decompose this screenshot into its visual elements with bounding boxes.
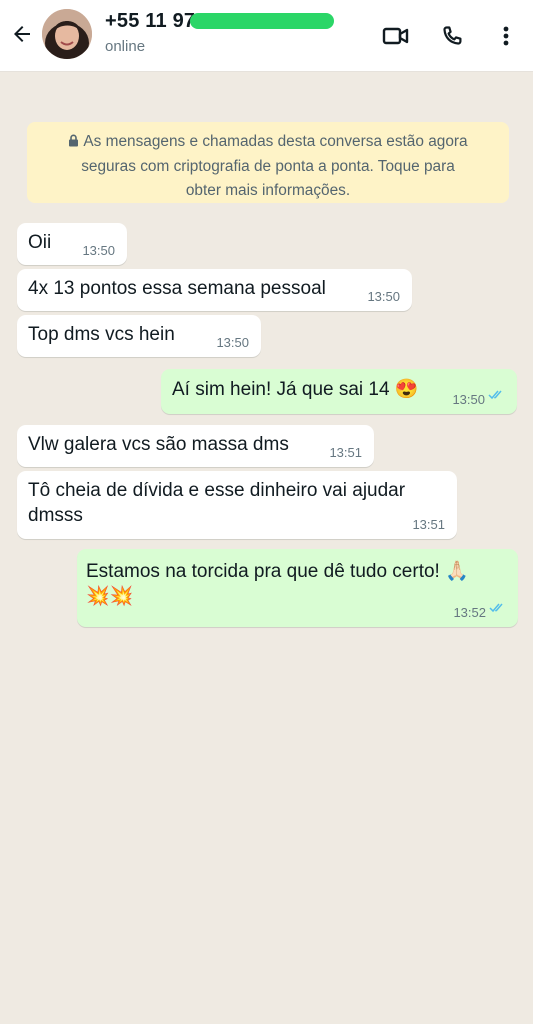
message-text: 4x 13 pontos essa semana pessoal	[28, 278, 326, 299]
message-text: Top dms vcs hein	[28, 324, 175, 345]
message-text: Oii	[28, 232, 52, 253]
lock-icon	[68, 131, 79, 155]
message-time: 13:50	[367, 289, 400, 304]
encryption-line-2: seguras com criptografia de ponta a pont…	[81, 158, 455, 175]
redaction-mark	[190, 13, 334, 29]
message-time: 13:52	[453, 605, 486, 620]
more-options-icon[interactable]	[490, 20, 522, 52]
message-time: 13:50	[452, 392, 485, 407]
message-text: Tô cheia de dívida e esse dinheiro vai a…	[28, 478, 405, 528]
double-check-icon	[489, 600, 507, 618]
message-time: 13:51	[412, 517, 445, 532]
message-time: 13:50	[216, 335, 249, 350]
video-call-icon[interactable]	[380, 20, 412, 52]
message-text: Vlw galera vcs são massa dms	[28, 434, 289, 455]
message-line-1: Estamos na torcida pra que dê tudo certo…	[86, 561, 469, 582]
chat-header: +55 11 97 online	[0, 0, 533, 72]
avatar[interactable]	[42, 9, 92, 59]
message-bubble-incoming[interactable]: Top dms vcs hein 13:50	[17, 315, 261, 357]
contact-status: online	[105, 38, 146, 55]
message-bubble-incoming[interactable]: Vlw galera vcs são massa dms 13:51	[17, 425, 374, 467]
message-line-2: dmsss	[28, 505, 83, 526]
phone-icon[interactable]	[436, 20, 468, 52]
message-line-1: Tô cheia de dívida e esse dinheiro vai a…	[28, 480, 406, 501]
message-bubble-incoming[interactable]: 4x 13 pontos essa semana pessoal 13:50	[17, 269, 412, 311]
encryption-line-1: As mensagens e chamadas desta conversa e…	[83, 133, 468, 150]
message-bubble-outgoing[interactable]: Aí sim hein! Já que sai 14 😍 13:50	[161, 369, 517, 414]
contact-name[interactable]: +55 11 97	[105, 10, 195, 33]
message-text: Estamos na torcida pra que dê tudo certo…	[86, 559, 469, 609]
message-text: Aí sim hein! Já que sai 14 😍	[172, 379, 419, 400]
message-bubble-incoming[interactable]: Oii 13:50	[17, 223, 127, 265]
message-time: 13:50	[82, 243, 115, 258]
double-check-icon	[488, 387, 506, 405]
message-bubble-incoming[interactable]: Tô cheia de dívida e esse dinheiro vai a…	[17, 471, 457, 539]
chat-area[interactable]: As mensagens e chamadas desta conversa e…	[0, 72, 533, 1024]
back-arrow-icon[interactable]	[8, 20, 36, 48]
message-line-2: 💥💥	[86, 586, 134, 607]
encryption-line-3: obter mais informações.	[185, 182, 351, 199]
encryption-notice[interactable]: As mensagens e chamadas desta conversa e…	[27, 122, 509, 203]
message-bubble-outgoing[interactable]: Estamos na torcida pra que dê tudo certo…	[77, 549, 518, 627]
message-time: 13:51	[329, 445, 362, 460]
